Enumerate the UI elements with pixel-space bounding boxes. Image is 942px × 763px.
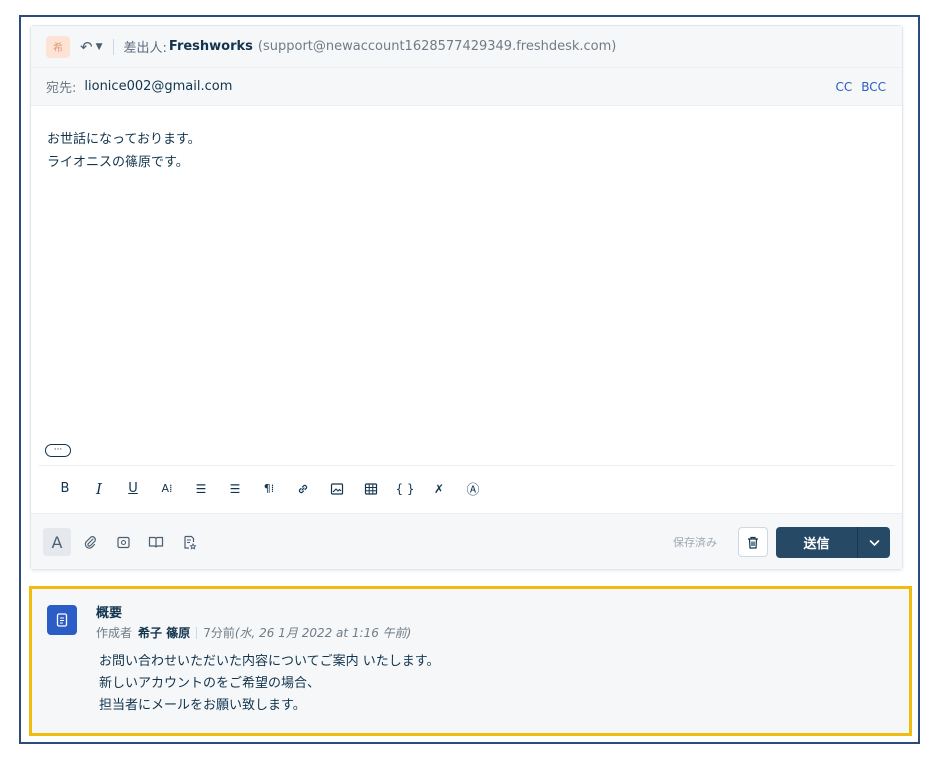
send-button-group: 送信: [776, 527, 890, 558]
reply-body-editor[interactable]: お世話になっております。 ライオニスの篠原です。: [47, 128, 201, 174]
to-recipient[interactable]: lionice002@gmail.com: [84, 79, 232, 94]
link-button[interactable]: [286, 475, 320, 503]
summary-meta: 作成者 希子 篠原 7分前 (水, 26 1月 2022 at 1:16 午前): [96, 624, 411, 641]
author-name[interactable]: 希子 篠原: [138, 624, 190, 641]
book-icon: [148, 536, 164, 548]
body-line: お世話になっております。: [47, 132, 201, 147]
summary-body: お問い合わせいただいた内容についてご案内 いたします。 新しいアカウントのをご希…: [99, 651, 439, 717]
from-row: 希 ↶ ▼ 差出人: Freshworks (support@newaccoun…: [31, 26, 902, 68]
paragraph-button[interactable]: ¶⁞: [252, 475, 286, 503]
survey-button[interactable]: [175, 528, 203, 556]
reply-icon: ↶: [80, 37, 93, 56]
cc-link[interactable]: CC: [835, 80, 852, 94]
font-size-button[interactable]: A⁞: [150, 475, 184, 503]
cc-bcc-links: CC BCC: [835, 80, 886, 94]
survey-icon: [183, 535, 197, 550]
underline-button[interactable]: U: [116, 475, 150, 503]
ordered-list-button[interactable]: ☰: [184, 475, 218, 503]
reply-composer: 希 ↶ ▼ 差出人: Freshworks (support@newaccoun…: [30, 25, 903, 570]
bcc-link[interactable]: BCC: [861, 80, 886, 94]
discard-draft-button[interactable]: [738, 527, 768, 557]
from-label: 差出人:: [123, 41, 167, 56]
divider: [196, 626, 198, 639]
from-name[interactable]: Freshworks: [169, 39, 253, 54]
to-row: 宛先: lionice002@gmail.com CC BCC: [31, 68, 902, 106]
saved-status: 保存済み: [673, 536, 717, 549]
summary-note: 概要 作成者 希子 篠原 7分前 (水, 26 1月 2022 at 1:16 …: [29, 586, 912, 736]
image-icon: [330, 482, 344, 495]
action-bar: A 保存済み 送信: [31, 513, 902, 569]
show-quoted-text-button[interactable]: ···: [45, 444, 71, 457]
to-label: 宛先:: [46, 81, 77, 96]
canned-response-button[interactable]: [109, 528, 137, 556]
summary-badge: [47, 605, 77, 635]
table-button[interactable]: [354, 475, 388, 503]
bold-button[interactable]: B: [48, 475, 82, 503]
formatting-toolbar: B I U A⁞ ☰ ☰ ¶⁞ { } ✗ Ⓐ: [39, 465, 895, 511]
summary-line: 担当者にメールをお願い致します。: [99, 698, 306, 713]
time-ago: 7分前: [203, 626, 235, 640]
link-icon: [298, 484, 308, 493]
send-options-dropdown[interactable]: [858, 527, 890, 558]
summary-title: 概要: [96, 606, 123, 621]
paperclip-icon: [84, 535, 96, 549]
reply-type-dropdown[interactable]: ↶ ▼: [80, 38, 103, 56]
agent-avatar: 希: [46, 35, 70, 58]
trash-icon: [748, 536, 758, 549]
author-label: 作成者: [96, 626, 133, 640]
attach-button[interactable]: [76, 528, 104, 556]
send-button[interactable]: 送信: [776, 527, 858, 558]
divider: [112, 38, 114, 55]
table-icon: [364, 482, 378, 495]
clear-format-button[interactable]: ✗: [422, 475, 456, 503]
canned-response-icon: [116, 536, 130, 548]
summary-line: 新しいアカウントのをご希望の場合、: [99, 676, 321, 691]
chevron-down-icon: ▼: [95, 41, 103, 52]
toggle-formatting-button[interactable]: A: [43, 528, 71, 556]
chevron-down-icon: [869, 539, 879, 546]
code-button[interactable]: { }: [388, 475, 422, 503]
document-icon: [56, 613, 68, 627]
solution-articles-button[interactable]: [142, 528, 170, 556]
timestamp: (水, 26 1月 2022 at 1:16 午前): [234, 626, 412, 640]
unordered-list-button[interactable]: ☰: [218, 475, 252, 503]
italic-button[interactable]: I: [82, 475, 116, 503]
from-email[interactable]: (support@newaccount1628577429349.freshde…: [258, 39, 616, 54]
image-button[interactable]: [320, 475, 354, 503]
ai-assist-button[interactable]: Ⓐ: [456, 475, 490, 503]
summary-line: お問い合わせいただいた内容についてご案内 いたします。: [99, 654, 440, 669]
body-line: ライオニスの篠原です。: [47, 155, 189, 170]
